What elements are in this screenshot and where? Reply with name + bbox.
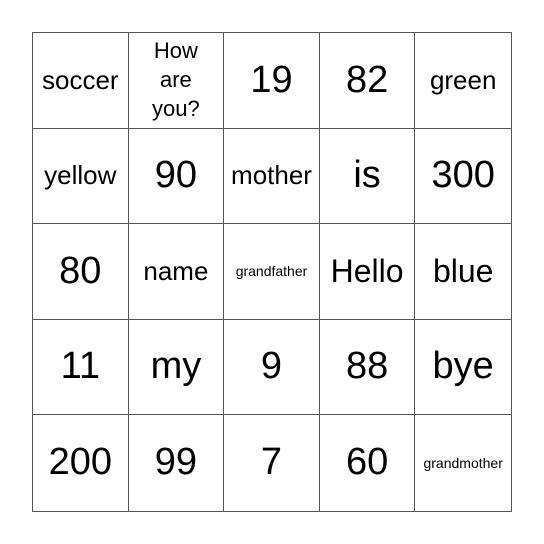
bingo-cell[interactable]: grandfather xyxy=(224,224,320,320)
bingo-cell[interactable]: bye xyxy=(415,320,511,416)
bingo-cell[interactable]: 200 xyxy=(33,415,129,511)
bingo-cell[interactable]: blue xyxy=(415,224,511,320)
bingo-cell-text: mother xyxy=(231,160,312,191)
bingo-cell[interactable]: my xyxy=(128,319,225,416)
bingo-cell[interactable]: 11 xyxy=(33,319,129,416)
bingo-cell[interactable]: 90 xyxy=(128,128,225,225)
bingo-cell[interactable]: grandmother xyxy=(415,415,511,511)
bingo-cell-text: How are you? xyxy=(152,38,200,121)
bingo-cell[interactable]: 300 xyxy=(415,129,511,225)
bingo-cell[interactable]: is xyxy=(319,128,416,225)
bingo-cell-text: grandmother xyxy=(423,454,503,471)
bingo-cell-text: Hello xyxy=(330,253,404,290)
bingo-board: soccer How are you? 19 82 green yellow 90 mothe… xyxy=(32,32,512,512)
bingo-cell-text: my xyxy=(150,345,202,388)
bingo-cell-text: 80 xyxy=(59,249,102,292)
bingo-cell[interactable]: name xyxy=(128,224,225,320)
bingo-cell-text: 7 xyxy=(260,441,283,484)
bingo-cell-text: soccer xyxy=(42,64,119,95)
bingo-cell[interactable]: 60 xyxy=(320,415,416,511)
bingo-cell[interactable]: Hello xyxy=(319,224,416,320)
bingo-cell[interactable]: 82 xyxy=(319,33,416,129)
bingo-cell[interactable]: 88 xyxy=(319,319,416,416)
bingo-cell[interactable]: mother xyxy=(224,128,320,225)
bingo-cell-text: bye xyxy=(432,345,494,388)
bingo-cell-text: 19 xyxy=(250,58,293,101)
bingo-cell[interactable]: 99 xyxy=(129,415,225,511)
bingo-cell[interactable]: 80 xyxy=(33,224,129,320)
bingo-cell-text: name xyxy=(143,255,209,286)
bingo-cell[interactable]: green xyxy=(415,33,511,129)
bingo-cell-text: yellow xyxy=(44,160,117,191)
bingo-cell[interactable]: yellow xyxy=(33,128,129,225)
bingo-cell-text: 82 xyxy=(345,58,389,101)
bingo-cell-text: grandfather xyxy=(235,263,308,280)
bingo-cell[interactable]: How are you? xyxy=(128,33,225,129)
bingo-cell-text: 60 xyxy=(345,441,389,484)
bingo-cell-text: 99 xyxy=(154,441,198,484)
bingo-cell-text: green xyxy=(429,64,497,95)
bingo-cell-text: 200 xyxy=(48,441,112,484)
bingo-cell-text: 90 xyxy=(154,154,198,197)
bingo-cell-text: 11 xyxy=(60,345,101,388)
bingo-cell-text: 9 xyxy=(260,345,283,388)
bingo-cell-text: 88 xyxy=(345,345,389,388)
bingo-cell-text: is xyxy=(353,154,381,197)
bingo-cell[interactable]: 9 xyxy=(224,319,320,416)
bingo-cell-text: 300 xyxy=(431,154,495,197)
bingo-cell-text: blue xyxy=(432,253,494,290)
bingo-cell[interactable]: 19 xyxy=(224,33,320,129)
bingo-cell[interactable]: 7 xyxy=(224,415,320,511)
bingo-cell[interactable]: soccer xyxy=(33,33,129,129)
